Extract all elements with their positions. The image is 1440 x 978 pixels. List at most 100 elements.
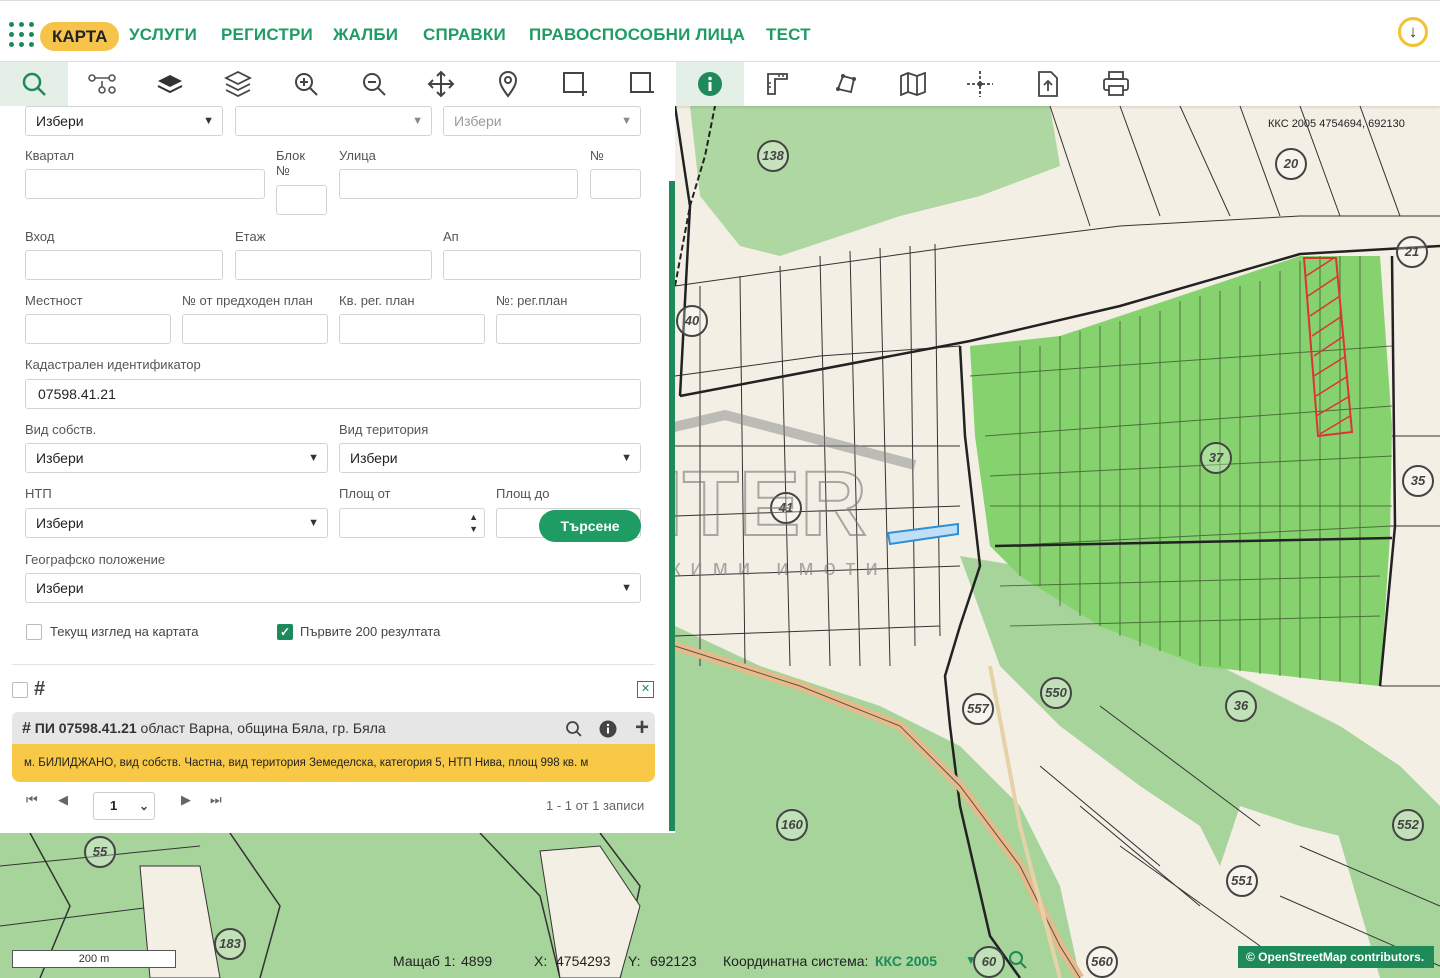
scale-bar: 200 m xyxy=(12,950,176,968)
result-add-icon[interactable]: + xyxy=(635,712,649,744)
reg-plan-number-input[interactable] xyxy=(496,314,641,344)
route-icon[interactable] xyxy=(68,62,136,106)
grid-icon[interactable]: # xyxy=(34,678,45,701)
select-all-checkbox[interactable] xyxy=(12,682,28,698)
crs-label: Координатна система: xyxy=(723,953,869,969)
number-input[interactable] xyxy=(590,169,641,199)
block-input[interactable] xyxy=(276,185,327,215)
first-200-checkbox[interactable]: ✓ xyxy=(277,624,293,640)
nav-item-references[interactable]: СПРАВКИ xyxy=(423,25,506,45)
parcel-label: 552 xyxy=(1392,809,1424,841)
zoom-out-icon[interactable] xyxy=(340,62,408,106)
crosshair-icon[interactable] xyxy=(946,62,1014,106)
kv-reg-plan-input[interactable] xyxy=(339,314,485,344)
layer-icon[interactable] xyxy=(136,62,204,106)
search-icon[interactable] xyxy=(0,62,68,106)
settlement-select[interactable]: Избери ▼ xyxy=(443,106,641,136)
result-header[interactable]: # ПИ 07598.41.21 област Варна, община Бя… xyxy=(12,712,655,744)
download-icon[interactable]: ↓ xyxy=(1398,17,1428,47)
region-select[interactable]: Избери ▼ xyxy=(25,106,223,136)
crs-select[interactable]: ККС 2005 xyxy=(875,953,937,969)
crs-dropdown-icon[interactable]: ▼ xyxy=(965,953,977,967)
first-page-icon[interactable]: ⏮ xyxy=(26,792,38,808)
page-select[interactable]: 1 ⌄ xyxy=(93,792,155,820)
ownership-select[interactable]: Избери ▼ xyxy=(25,443,328,473)
street-input[interactable] xyxy=(339,169,578,199)
search-panel: Избери ▼ ▼ Избери ▼ Квартал Блок № Улица №… xyxy=(0,106,675,833)
crs-search-icon[interactable] xyxy=(1008,950,1028,973)
area-from-input[interactable]: ▲ ▼ xyxy=(339,508,485,538)
ntp-select[interactable]: Избери ▼ xyxy=(25,508,328,538)
records-summary: 1 - 1 от 1 записи xyxy=(546,798,645,813)
polygon-icon[interactable] xyxy=(812,62,880,106)
street-label: Улица xyxy=(339,148,376,163)
parcel-label: 20 xyxy=(1275,148,1307,180)
result-info-icon[interactable] xyxy=(599,712,617,744)
parcel-label: 183 xyxy=(214,928,246,960)
result-zoom-icon[interactable] xyxy=(565,712,583,744)
nav-item-test[interactable]: ТЕСТ xyxy=(766,25,811,45)
print-icon[interactable] xyxy=(1082,62,1150,106)
scale-label: Мащаб 1: xyxy=(393,953,456,969)
kvartal-input[interactable] xyxy=(25,169,265,199)
last-page-icon[interactable]: ⏭ xyxy=(210,792,222,808)
x-label: X: xyxy=(534,953,548,969)
nav-item-licensed-persons[interactable]: ПРАВОСПОСОБНИ ЛИЦА xyxy=(529,25,745,45)
apartment-input[interactable] xyxy=(443,250,641,280)
search-button[interactable]: Търсене xyxy=(539,510,641,542)
info-icon[interactable] xyxy=(676,62,744,106)
scale-value: 4899 xyxy=(461,953,493,969)
parcel-label: 41 xyxy=(770,492,802,524)
number-label: № xyxy=(590,148,604,163)
grid-icon: # xyxy=(22,720,31,737)
ntp-label: НТП xyxy=(25,486,52,501)
geo-position-select[interactable]: Избери ▼ xyxy=(25,573,641,603)
cadastral-id-label: Кадастрален идентификатор xyxy=(25,357,201,372)
prev-plan-input[interactable] xyxy=(182,314,328,344)
select-rectangle-icon[interactable] xyxy=(541,62,609,106)
entrance-input[interactable] xyxy=(25,250,223,280)
osm-attribution[interactable]: © OpenStreetMap contributors. xyxy=(1238,946,1434,968)
nav-item-complaints[interactable]: ЖАЛБИ xyxy=(333,25,398,45)
nav-item-services[interactable]: УСЛУГИ xyxy=(129,25,197,45)
nav-item-registers[interactable]: РЕГИСТРИ xyxy=(221,25,313,45)
parcel-label: 36 xyxy=(1225,690,1257,722)
map-icon[interactable] xyxy=(879,62,947,106)
map-coordinates-readout: ККС 2005 4754694, 692130 xyxy=(1268,118,1405,130)
floor-input[interactable] xyxy=(235,250,432,280)
location-pin-icon[interactable] xyxy=(474,62,542,106)
municipality-select[interactable]: ▼ xyxy=(235,106,432,136)
parcel-label: 138 xyxy=(757,140,789,172)
zoom-to-results-icon[interactable]: ✕ xyxy=(637,681,654,698)
layers-icon[interactable] xyxy=(204,62,272,106)
parcel-label: 55 xyxy=(84,836,116,868)
parcel-label: 551 xyxy=(1226,865,1258,897)
floor-label: Етаж xyxy=(235,229,266,244)
area-from-label: Площ от xyxy=(339,486,391,501)
nav-item-map[interactable]: КАРТА xyxy=(40,22,120,51)
pan-icon[interactable] xyxy=(407,62,475,106)
panel-scrollbar[interactable] xyxy=(669,181,675,831)
measure-icon[interactable] xyxy=(744,62,812,106)
zoom-in-icon[interactable] xyxy=(272,62,340,106)
parcel-label: 557 xyxy=(962,693,994,725)
apartment-label: Ап xyxy=(443,229,459,244)
result-details: м. БИЛИДЖАНО, вид собств. Частна, вид те… xyxy=(12,744,655,782)
cadastral-id-input[interactable]: 07598.41.21 xyxy=(25,379,641,409)
parcel-label: 21 xyxy=(1396,236,1428,268)
map-toolbar xyxy=(0,62,1440,106)
parcel-label: 550 xyxy=(1040,677,1072,709)
kv-reg-plan-label: Кв. рег. план xyxy=(339,293,415,308)
territory-select[interactable]: Избери ▼ xyxy=(339,443,641,473)
apps-grid-icon[interactable] xyxy=(9,22,35,48)
locality-input[interactable] xyxy=(25,314,171,344)
parcel-label: 40 xyxy=(676,305,708,337)
deselect-rectangle-icon[interactable] xyxy=(608,62,676,106)
entrance-label: Вход xyxy=(25,229,55,244)
current-view-checkbox[interactable] xyxy=(26,624,42,640)
prev-page-icon[interactable]: ◀ xyxy=(58,792,68,808)
export-icon[interactable] xyxy=(1014,62,1082,106)
next-page-icon[interactable]: ▶ xyxy=(181,792,191,808)
reg-plan-number-label: №: рег.план xyxy=(496,293,568,308)
parcel-label: 560 xyxy=(1086,946,1118,978)
